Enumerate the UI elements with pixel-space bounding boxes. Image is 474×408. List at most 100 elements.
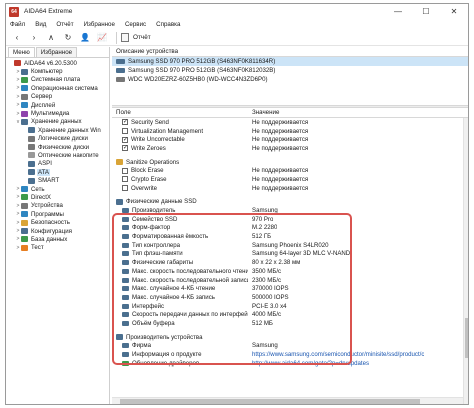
property-row[interactable]: Интерфейс PCI-E 3.0 x4 xyxy=(112,302,468,311)
section-header-row[interactable]: Производитель устройства xyxy=(112,333,468,342)
tree-item[interactable]: SMART xyxy=(6,176,109,184)
property-row[interactable]: Block Erase Не поддерживается xyxy=(112,166,468,175)
tab-menu[interactable]: Меню xyxy=(8,47,35,57)
tree-item[interactable]: > Устройства xyxy=(6,202,109,210)
property-row[interactable]: Обновление драйверов http://www.aida64.co… xyxy=(112,359,468,368)
property-row[interactable]: Write Uncorrectable Не поддерживается xyxy=(112,135,468,144)
tree-item[interactable]: > DirectX xyxy=(6,193,109,201)
property-row[interactable]: Форматированная ёмкость 512 ГБ xyxy=(112,232,468,241)
horizontal-scroll-thumb[interactable] xyxy=(120,399,420,404)
property-link[interactable]: http://www.aida64.com/goto/?p=drvupdates xyxy=(248,360,369,367)
tree-item[interactable]: > Компьютер xyxy=(6,67,109,75)
tree-item[interactable]: Логические диски xyxy=(6,135,109,143)
tree-item[interactable]: Хранение данных Win xyxy=(6,126,109,134)
tree-item[interactable]: > Программы xyxy=(6,210,109,218)
tree-item[interactable]: > Сервер xyxy=(6,93,109,101)
property-row[interactable]: Производитель Samsung xyxy=(112,206,468,215)
property-row[interactable]: Семейство SSD 970 Pro xyxy=(112,215,468,224)
tree-item-label: Сеть xyxy=(31,185,45,193)
property-row[interactable]: Макс. случайное 4-КБ чтение 370000 IOPS xyxy=(112,284,468,293)
menu-file[interactable]: Файл xyxy=(10,21,25,28)
report-button[interactable]: Отчёт xyxy=(121,33,151,42)
tree-item[interactable]: > Дисплей xyxy=(6,101,109,109)
property-row[interactable]: Макс. случайное 4-КБ запись 500000 IOPS xyxy=(112,293,468,302)
tree-node-icon xyxy=(21,76,28,83)
tree-item[interactable]: v Хранение данных xyxy=(6,118,109,126)
tree-item-label: AIDA64 v6.20.5300 xyxy=(24,59,77,67)
column-value-header[interactable]: Значение xyxy=(248,109,279,116)
property-row[interactable]: Тип флэш-памяти Samsung 64-layer 3D MLC V… xyxy=(112,250,468,259)
property-row[interactable]: Write Zeroes Не поддерживается xyxy=(112,144,468,153)
user-icon[interactable]: 👤 xyxy=(78,31,92,45)
back-arrow-icon[interactable]: ‹ xyxy=(10,31,24,45)
property-row[interactable]: Crypto Erase Не поддерживается xyxy=(112,175,468,184)
property-row[interactable]: Virtualization Management Не поддерживает… xyxy=(112,127,468,136)
property-field: Физические данные SSD xyxy=(112,198,248,205)
device-item[interactable]: Samsung SSD 970 PRO 512GB (S463NF0K81163… xyxy=(112,57,468,66)
horizontal-scrollbar[interactable] xyxy=(112,397,463,404)
tree-item[interactable]: > Системная плата xyxy=(6,76,109,84)
property-row[interactable]: Объём буфера 512 МБ xyxy=(112,319,468,328)
vertical-scroll-thumb[interactable] xyxy=(465,318,468,358)
tree-item[interactable]: Оптические накопите xyxy=(6,151,109,159)
maximize-button[interactable]: ☐ xyxy=(412,4,440,19)
column-field-header[interactable]: Поле xyxy=(112,109,248,116)
menu-report[interactable]: Отчёт xyxy=(56,21,73,28)
property-name: Crypto Erase xyxy=(131,175,167,183)
tree-item[interactable]: ASPI xyxy=(6,160,109,168)
menu-favorites[interactable]: Избранное xyxy=(84,21,115,28)
property-icon xyxy=(122,268,129,274)
property-row[interactable]: Информация о продукте https://www.samsung… xyxy=(112,350,468,359)
forward-arrow-icon[interactable]: › xyxy=(27,31,41,45)
property-row[interactable]: Макс. скорость последовательной записи 23… xyxy=(112,276,468,285)
tree-item-label: Системная плата xyxy=(31,76,81,84)
property-name: Форматированная ёмкость xyxy=(132,233,209,241)
tree-item-label: Оптические накопите xyxy=(38,151,99,159)
tree-item[interactable]: > Конфигурация xyxy=(6,227,109,235)
menu-help[interactable]: Справка xyxy=(156,21,180,28)
property-row[interactable]: Форм-фактор M.2 2280 xyxy=(112,224,468,233)
section-header-row[interactable]: Sanitize Operations xyxy=(112,158,468,167)
property-name: Производитель устройства xyxy=(126,333,203,341)
property-row[interactable]: Скорость передачи данных по интерфейсу 40… xyxy=(112,310,468,319)
tree-item[interactable]: > База данных xyxy=(6,235,109,243)
tree-item[interactable]: Физические диски xyxy=(6,143,109,151)
tree-item-label: DirectX xyxy=(31,193,51,201)
tree-item[interactable]: > Мультимедиа xyxy=(6,109,109,117)
property-field: Security Send xyxy=(112,119,248,126)
tree-item[interactable]: > Безопасность xyxy=(6,218,109,226)
device-item[interactable]: WDC WD20EZRZ-60Z5HB0 (WD-WCC4N3ZD6P0) xyxy=(112,75,468,84)
tree-item[interactable]: > Тест xyxy=(6,244,109,252)
refresh-icon[interactable]: ↻ xyxy=(61,31,75,45)
property-name: Обновление драйверов xyxy=(132,359,200,367)
tree-item-label: Мультимедиа xyxy=(31,110,70,118)
property-value: 80 x 22 x 2.38 мм xyxy=(252,259,301,267)
property-row[interactable]: Тип контроллера Samsung Phoenix S4LR020 xyxy=(112,241,468,250)
property-row[interactable]: Фирма Samsung xyxy=(112,342,468,351)
tree-item[interactable]: ATA xyxy=(6,168,109,176)
property-value: 370000 IOPS xyxy=(252,285,289,293)
property-row[interactable]: Макс. скорость последовательного чтения 3… xyxy=(112,267,468,276)
minimize-button[interactable]: — xyxy=(384,4,412,19)
property-name: Форм-фактор xyxy=(132,224,171,232)
tree-item-label: Хранение данных Win xyxy=(38,126,101,134)
tree-item[interactable]: AIDA64 v6.20.5300 xyxy=(6,59,109,67)
menu-view[interactable]: Вид xyxy=(35,21,46,28)
property-link[interactable]: https://www.samsung.com/semiconductor/mi… xyxy=(248,351,424,358)
tree-item[interactable]: > Операционная система xyxy=(6,84,109,92)
device-item[interactable]: Samsung SSD 970 PRO 512GB (S463NF0K81203… xyxy=(112,66,468,75)
property-field: Форматированная ёмкость xyxy=(112,233,248,240)
menu-tools[interactable]: Сервис xyxy=(125,21,146,28)
checked-checkbox-icon xyxy=(122,136,128,143)
section-header-row[interactable]: Физические данные SSD xyxy=(112,198,468,207)
up-arrow-icon[interactable]: ∧ xyxy=(44,31,58,45)
vertical-scrollbar[interactable] xyxy=(463,118,468,404)
property-value: Не поддерживается xyxy=(252,144,309,152)
close-button[interactable]: ✕ xyxy=(440,4,468,19)
tree-item[interactable]: > Сеть xyxy=(6,185,109,193)
property-row[interactable]: Overwrite Не поддерживается xyxy=(112,184,468,193)
property-row[interactable]: Физические габариты 80 x 22 x 2.38 мм xyxy=(112,258,468,267)
chart-icon[interactable]: 📈 xyxy=(95,31,109,45)
tab-favorites[interactable]: Избранное xyxy=(35,47,78,57)
property-row[interactable]: Security Send Не поддерживается xyxy=(112,118,468,127)
